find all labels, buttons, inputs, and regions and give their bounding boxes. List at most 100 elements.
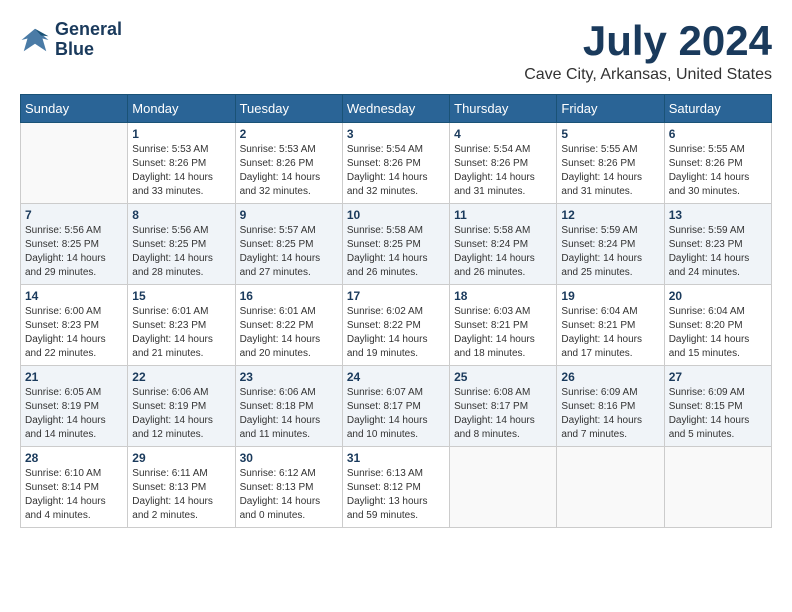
day-info: Sunrise: 5:58 AMSunset: 8:24 PMDaylight:… (454, 224, 552, 280)
day-info: Sunrise: 5:54 AMSunset: 8:26 PMDaylight:… (454, 143, 552, 199)
day-number: 20 (669, 289, 767, 303)
day-info: Sunrise: 5:54 AMSunset: 8:26 PMDaylight:… (347, 143, 445, 199)
day-info: Sunrise: 5:56 AMSunset: 8:25 PMDaylight:… (25, 224, 123, 280)
calendar-week-1: 1 Sunrise: 5:53 AMSunset: 8:26 PMDaylight… (21, 123, 772, 204)
main-title: July 2024 (524, 20, 772, 62)
calendar-cell: 14 Sunrise: 6:00 AMSunset: 8:23 PMDayligh… (21, 285, 128, 366)
day-number: 15 (132, 289, 230, 303)
calendar-cell (664, 447, 771, 528)
day-info: Sunrise: 6:10 AMSunset: 8:14 PMDaylight:… (25, 467, 123, 523)
logo-text: General Blue (55, 20, 122, 60)
header-day-friday: Friday (557, 95, 664, 123)
day-info: Sunrise: 6:13 AMSunset: 8:12 PMDaylight:… (347, 467, 445, 523)
calendar-cell: 13 Sunrise: 5:59 AMSunset: 8:23 PMDayligh… (664, 204, 771, 285)
day-info: Sunrise: 6:03 AMSunset: 8:21 PMDaylight:… (454, 305, 552, 361)
day-number: 27 (669, 370, 767, 384)
calendar-table: SundayMondayTuesdayWednesdayThursdayFrid… (20, 94, 772, 528)
day-number: 23 (240, 370, 338, 384)
calendar-cell: 28Sunrise: 6:10 AMSunset: 8:14 PMDayligh… (21, 447, 128, 528)
day-number: 9 (240, 208, 338, 222)
logo: General Blue (20, 20, 122, 60)
day-info: Sunrise: 5:55 AMSunset: 8:26 PMDaylight:… (561, 143, 659, 199)
day-number: 29 (132, 451, 230, 465)
day-info: Sunrise: 6:05 AMSunset: 8:19 PMDaylight:… (25, 386, 123, 442)
calendar-cell: 24 Sunrise: 6:07 AMSunset: 8:17 PMDayligh… (342, 366, 449, 447)
day-info: Sunrise: 6:11 AMSunset: 8:13 PMDaylight:… (132, 467, 230, 523)
calendar-cell: 19 Sunrise: 6:04 AMSunset: 8:21 PMDayligh… (557, 285, 664, 366)
day-number: 16 (240, 289, 338, 303)
page-header: General Blue July 2024 Cave City, Arkans… (20, 20, 772, 84)
day-number: 11 (454, 208, 552, 222)
calendar-cell: 18Sunrise: 6:03 AMSunset: 8:21 PMDayligh… (450, 285, 557, 366)
day-number: 3 (347, 127, 445, 141)
day-info: Sunrise: 6:04 AMSunset: 8:21 PMDaylight:… (561, 305, 659, 361)
subtitle: Cave City, Arkansas, United States (524, 66, 772, 84)
day-number: 1 (132, 127, 230, 141)
day-info: Sunrise: 5:59 AMSunset: 8:24 PMDaylight:… (561, 224, 659, 280)
day-number: 6 (669, 127, 767, 141)
day-info: Sunrise: 6:01 AMSunset: 8:22 PMDaylight:… (240, 305, 338, 361)
day-number: 22 (132, 370, 230, 384)
calendar-cell: 31 Sunrise: 6:13 AMSunset: 8:12 PMDayligh… (342, 447, 449, 528)
calendar-cell: 21 Sunrise: 6:05 AMSunset: 8:19 PMDayligh… (21, 366, 128, 447)
day-info: Sunrise: 5:55 AMSunset: 8:26 PMDaylight:… (669, 143, 767, 199)
day-number: 30 (240, 451, 338, 465)
calendar-cell: 26 Sunrise: 6:09 AMSunset: 8:16 PMDayligh… (557, 366, 664, 447)
day-number: 21 (25, 370, 123, 384)
calendar-cell: 7 Sunrise: 5:56 AMSunset: 8:25 PMDaylight… (21, 204, 128, 285)
day-number: 13 (669, 208, 767, 222)
header-day-tuesday: Tuesday (235, 95, 342, 123)
calendar-week-2: 7 Sunrise: 5:56 AMSunset: 8:25 PMDaylight… (21, 204, 772, 285)
day-number: 31 (347, 451, 445, 465)
calendar-cell: 29 Sunrise: 6:11 AMSunset: 8:13 PMDayligh… (128, 447, 235, 528)
day-info: Sunrise: 6:00 AMSunset: 8:23 PMDaylight:… (25, 305, 123, 361)
header-day-thursday: Thursday (450, 95, 557, 123)
calendar-cell: 9 Sunrise: 5:57 AMSunset: 8:25 PMDaylight… (235, 204, 342, 285)
header-day-saturday: Saturday (664, 95, 771, 123)
day-info: Sunrise: 5:57 AMSunset: 8:25 PMDaylight:… (240, 224, 338, 280)
day-info: Sunrise: 6:12 AMSunset: 8:13 PMDaylight:… (240, 467, 338, 523)
calendar-cell (450, 447, 557, 528)
day-info: Sunrise: 6:02 AMSunset: 8:22 PMDaylight:… (347, 305, 445, 361)
day-number: 7 (25, 208, 123, 222)
calendar-cell: 3 Sunrise: 5:54 AMSunset: 8:26 PMDaylight… (342, 123, 449, 204)
day-info: Sunrise: 6:09 AMSunset: 8:16 PMDaylight:… (561, 386, 659, 442)
day-number: 26 (561, 370, 659, 384)
day-number: 14 (25, 289, 123, 303)
day-info: Sunrise: 6:01 AMSunset: 8:23 PMDaylight:… (132, 305, 230, 361)
calendar-week-5: 28Sunrise: 6:10 AMSunset: 8:14 PMDayligh… (21, 447, 772, 528)
header-day-sunday: Sunday (21, 95, 128, 123)
day-info: Sunrise: 5:59 AMSunset: 8:23 PMDaylight:… (669, 224, 767, 280)
day-info: Sunrise: 6:09 AMSunset: 8:15 PMDaylight:… (669, 386, 767, 442)
day-number: 24 (347, 370, 445, 384)
day-info: Sunrise: 5:58 AMSunset: 8:25 PMDaylight:… (347, 224, 445, 280)
calendar-header: SundayMondayTuesdayWednesdayThursdayFrid… (21, 95, 772, 123)
calendar-cell: 16 Sunrise: 6:01 AMSunset: 8:22 PMDayligh… (235, 285, 342, 366)
calendar-cell: 20Sunrise: 6:04 AMSunset: 8:20 PMDayligh… (664, 285, 771, 366)
calendar-cell: 10 Sunrise: 5:58 AMSunset: 8:25 PMDayligh… (342, 204, 449, 285)
calendar-body: 1 Sunrise: 5:53 AMSunset: 8:26 PMDaylight… (21, 123, 772, 528)
calendar-cell (21, 123, 128, 204)
calendar-week-4: 21 Sunrise: 6:05 AMSunset: 8:19 PMDayligh… (21, 366, 772, 447)
calendar-cell (557, 447, 664, 528)
calendar-cell: 30 Sunrise: 6:12 AMSunset: 8:13 PMDayligh… (235, 447, 342, 528)
calendar-cell: 23Sunrise: 6:06 AMSunset: 8:18 PMDayligh… (235, 366, 342, 447)
calendar-cell: 17 Sunrise: 6:02 AMSunset: 8:22 PMDayligh… (342, 285, 449, 366)
calendar-cell: 11 Sunrise: 5:58 AMSunset: 8:24 PMDayligh… (450, 204, 557, 285)
calendar-cell: 6 Sunrise: 5:55 AMSunset: 8:26 PMDaylight… (664, 123, 771, 204)
day-info: Sunrise: 5:56 AMSunset: 8:25 PMDaylight:… (132, 224, 230, 280)
calendar-cell: 15 Sunrise: 6:01 AMSunset: 8:23 PMDayligh… (128, 285, 235, 366)
day-info: Sunrise: 6:08 AMSunset: 8:17 PMDaylight:… (454, 386, 552, 442)
day-number: 19 (561, 289, 659, 303)
day-number: 10 (347, 208, 445, 222)
header-day-wednesday: Wednesday (342, 95, 449, 123)
calendar-cell: 25Sunrise: 6:08 AMSunset: 8:17 PMDayligh… (450, 366, 557, 447)
calendar-cell: 27 Sunrise: 6:09 AMSunset: 8:15 PMDayligh… (664, 366, 771, 447)
calendar-cell: 2Sunrise: 5:53 AMSunset: 8:26 PMDaylight… (235, 123, 342, 204)
day-number: 17 (347, 289, 445, 303)
day-info: Sunrise: 5:53 AMSunset: 8:26 PMDaylight:… (240, 143, 338, 199)
header-row: SundayMondayTuesdayWednesdayThursdayFrid… (21, 95, 772, 123)
day-info: Sunrise: 6:07 AMSunset: 8:17 PMDaylight:… (347, 386, 445, 442)
calendar-cell: 22Sunrise: 6:06 AMSunset: 8:19 PMDayligh… (128, 366, 235, 447)
calendar-cell: 12Sunrise: 5:59 AMSunset: 8:24 PMDayligh… (557, 204, 664, 285)
